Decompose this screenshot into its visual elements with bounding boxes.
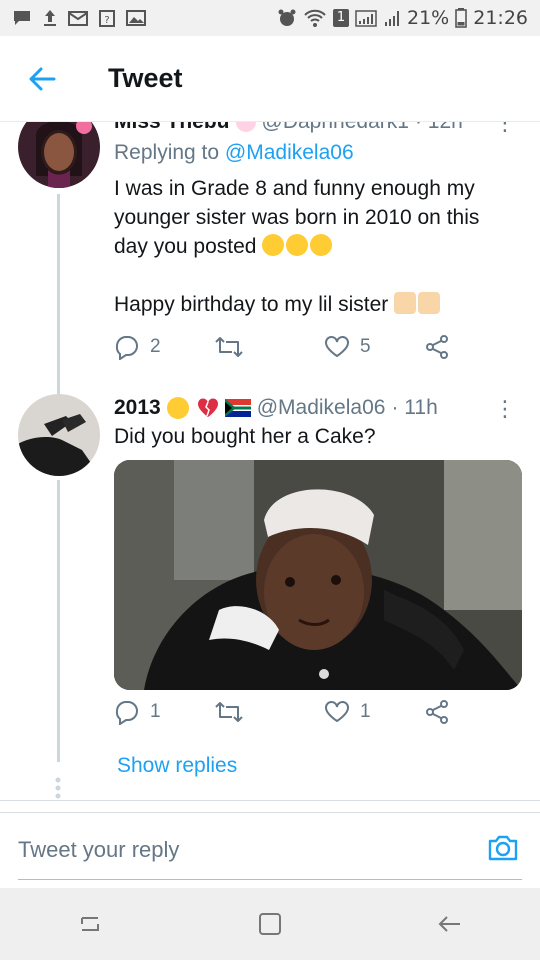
signal-icon — [355, 10, 377, 27]
author-name[interactable]: 2013 — [114, 396, 161, 420]
sim-badge: 1 — [333, 9, 349, 27]
like-count: 5 — [360, 336, 371, 357]
back-nav-button[interactable] — [420, 904, 480, 944]
author-handle: @Daphnedark1 — [262, 122, 409, 134]
reply-button[interactable]: 1 — [114, 699, 214, 725]
show-replies-link[interactable]: Show replies — [117, 754, 237, 778]
rofl-emoji — [262, 234, 285, 256]
recent-apps-button[interactable] — [60, 904, 120, 944]
tweet-text-line-content: day you posted — [114, 235, 257, 258]
camera-button[interactable] — [486, 831, 520, 865]
recent-apps-icon — [81, 917, 99, 931]
more-options-button[interactable]: ⋮ — [494, 396, 516, 422]
page-title: Tweet — [108, 63, 183, 93]
replying-to-handle[interactable]: @Madikela06 — [225, 141, 354, 164]
avatar[interactable] — [18, 394, 100, 476]
divider — [0, 800, 540, 801]
retweet-icon — [215, 337, 243, 357]
author-handle: @Madikela06 — [256, 396, 386, 419]
tweet-text: Did you bought her a Cake? — [114, 425, 376, 448]
status-bar: ? 1 21% 21:26 — [0, 0, 540, 36]
reply-tweet[interactable]: 2013 @Madikela06 · 11h ⋮ Did you bought … — [0, 392, 540, 812]
reply-tweet[interactable]: Miss Thebu @Daphnedark1 · 12h ⋮ Replying… — [0, 122, 540, 396]
like-button[interactable]: 1 — [324, 700, 424, 724]
share-icon — [426, 335, 448, 359]
south-africa-flag-emoji — [224, 399, 251, 417]
home-icon — [259, 913, 281, 935]
system-status: 1 21% 21:26 — [277, 7, 528, 29]
reply-icon — [115, 701, 138, 725]
tweet-text-line: younger sister was born in 2010 on this — [114, 206, 480, 229]
tweet-media-image[interactable] — [114, 460, 522, 690]
rofl-emoji — [310, 234, 333, 256]
birthday-cake-emoji — [418, 292, 441, 314]
tweet-header: 2013 @Madikela06 · 11h — [114, 396, 438, 420]
tweet-actions: 1 1 — [114, 697, 464, 727]
flower-emoji — [235, 122, 256, 132]
tweet-actions: 2 5 — [114, 332, 464, 362]
birthday-cake-emoji — [394, 292, 417, 314]
thread-line — [57, 480, 60, 762]
replying-prefix: Replying to — [114, 141, 220, 164]
notification-icons: ? — [12, 9, 146, 27]
retweet-icon — [215, 702, 243, 722]
retweet-button[interactable] — [214, 700, 324, 724]
upload-icon — [44, 10, 56, 26]
reply-count: 2 — [150, 336, 161, 357]
author-name[interactable]: Miss Thebu — [114, 122, 230, 134]
reply-composer: Tweet your reply — [0, 812, 540, 888]
tweet-text-line: Happy birthday to my lil sister — [114, 290, 514, 319]
clipboard-icon: ? — [99, 10, 115, 27]
battery-icon — [455, 8, 468, 28]
back-arrow-icon — [29, 67, 56, 90]
thread-dots-icon — [55, 777, 61, 799]
alarm-icon — [278, 9, 296, 26]
mail-icon — [68, 11, 88, 26]
like-count: 1 — [360, 701, 371, 722]
heart-icon — [325, 701, 349, 723]
reply-button[interactable]: 2 — [114, 334, 214, 360]
tweet-text: I was in Grade 8 and funny enough my you… — [114, 174, 514, 319]
tweet-text-line: I was in Grade 8 and funny enough my — [114, 177, 475, 200]
back-icon — [438, 916, 460, 932]
replying-to: Replying to @Madikela06 — [114, 141, 354, 165]
svg-text:?: ? — [104, 15, 109, 26]
reply-count: 1 — [150, 701, 161, 722]
tweet-time: · 11h — [391, 396, 438, 419]
tweet-header: Miss Thebu @Daphnedark1 · 12h — [114, 122, 463, 134]
back-button[interactable] — [0, 36, 84, 122]
tweet-thread[interactable]: Miss Thebu @Daphnedark1 · 12h ⋮ Replying… — [0, 122, 540, 812]
chat-bubble-icon — [14, 11, 30, 25]
system-navigation-bar — [0, 888, 540, 960]
top-app-bar: Tweet — [0, 36, 540, 122]
reply-input[interactable]: Tweet your reply — [18, 837, 179, 863]
like-button[interactable]: 5 — [324, 335, 424, 359]
crying-emoji — [166, 397, 189, 419]
image-icon — [126, 10, 146, 26]
rofl-emoji — [286, 234, 309, 256]
wifi-icon — [304, 9, 326, 27]
input-underline — [18, 879, 522, 880]
share-icon — [426, 700, 448, 724]
tweet-time: · 12h — [415, 122, 463, 134]
tweet-text-line: day you posted — [114, 232, 514, 261]
share-button[interactable] — [424, 334, 450, 360]
broken-heart-emoji — [197, 398, 218, 417]
avatar[interactable] — [18, 122, 100, 188]
thread-line — [57, 194, 60, 396]
camera-icon — [488, 835, 518, 861]
more-options-button[interactable]: ⋮ — [494, 122, 516, 136]
home-button[interactable] — [240, 904, 300, 944]
signal-bars-icon — [385, 11, 399, 26]
battery-percent: 21% — [407, 7, 450, 29]
reply-icon — [115, 336, 138, 360]
heart-icon — [325, 336, 349, 358]
tweet-text-line-content: Happy birthday to my lil sister — [114, 293, 389, 316]
retweet-button[interactable] — [214, 335, 324, 359]
share-button[interactable] — [424, 699, 450, 725]
clock: 21:26 — [473, 7, 528, 29]
